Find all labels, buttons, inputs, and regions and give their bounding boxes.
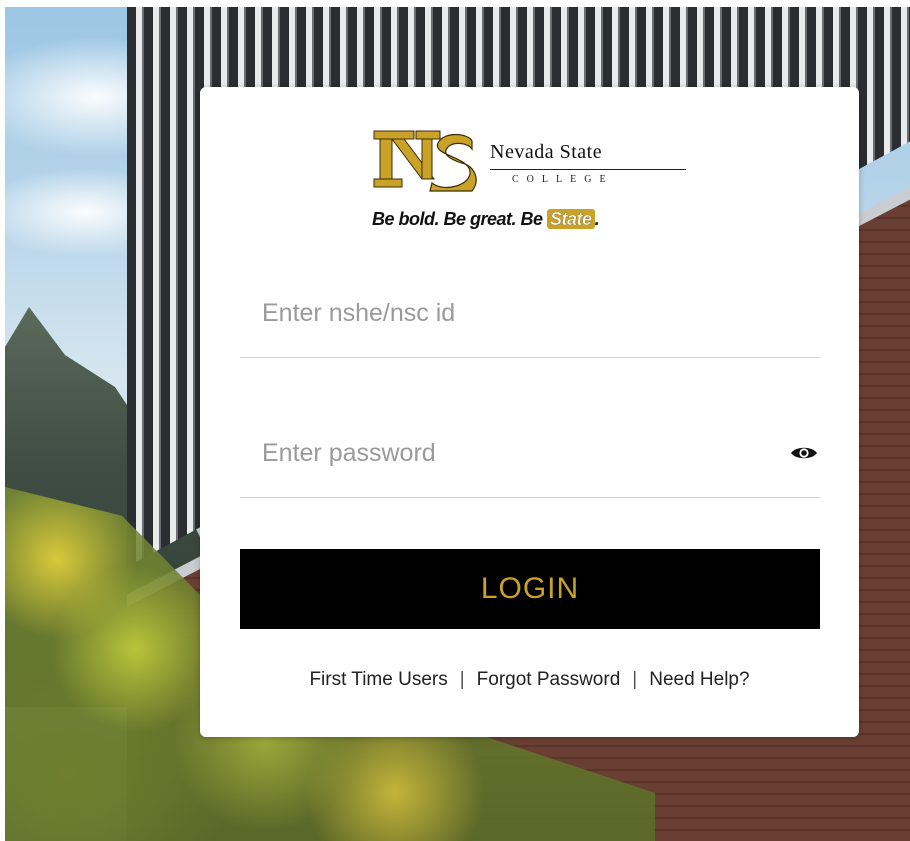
username-field-wrapper	[240, 287, 820, 358]
forgot-password-link[interactable]: Forgot Password	[477, 669, 621, 690]
login-button[interactable]: LOGIN	[240, 549, 820, 629]
ns-monogram-icon	[373, 130, 477, 192]
eye-icon[interactable]	[790, 445, 818, 461]
need-help-link[interactable]: Need Help?	[649, 669, 749, 690]
tagline: Be bold. Be great. Be State.	[372, 209, 600, 230]
password-field-wrapper	[240, 427, 820, 498]
tagline-suffix: .	[594, 209, 600, 229]
logo-rule	[490, 169, 686, 170]
tagline-highlight: State	[547, 209, 595, 229]
background-photo: Nevada State COLLEGE Be bold. Be great. …	[5, 7, 910, 841]
link-separator: |	[459, 669, 465, 690]
college-subname: COLLEGE	[512, 174, 614, 185]
username-input[interactable]	[260, 287, 784, 339]
link-separator: |	[632, 669, 638, 690]
help-links: First Time Users | Forgot Password | Need He…	[200, 669, 859, 691]
password-input[interactable]	[260, 427, 784, 479]
first-time-users-link[interactable]: First Time Users	[309, 669, 447, 690]
college-name: Nevada State	[490, 141, 603, 163]
tagline-prefix: Be bold. Be great. Be	[372, 209, 548, 229]
college-logo: Nevada State COLLEGE Be bold. Be great. …	[372, 127, 692, 237]
login-card: Nevada State COLLEGE Be bold. Be great. …	[200, 87, 859, 737]
